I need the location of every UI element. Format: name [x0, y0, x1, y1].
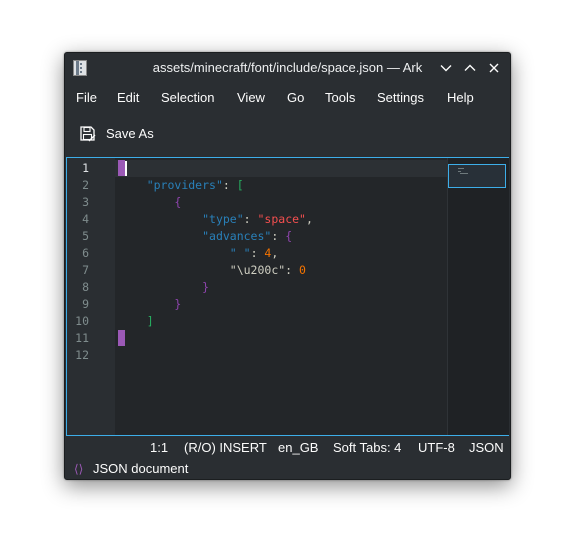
code-token: "space" — [257, 212, 306, 226]
modified-line-marker — [118, 160, 125, 176]
cursor-position[interactable]: 1:1 — [150, 436, 168, 460]
minimap-line — [458, 171, 461, 172]
menu-edit[interactable]: Edit — [117, 85, 139, 111]
code-token: " " — [229, 246, 251, 260]
code-token: } — [202, 280, 210, 294]
code-token: } — [174, 297, 182, 311]
menu-go[interactable]: Go — [287, 85, 304, 111]
line-number: 12 — [75, 348, 89, 362]
code-token: ] — [146, 314, 154, 328]
status-bar: 1:1 (R/O) INSERT en_GB Soft Tabs: 4 UTF-… — [65, 436, 510, 460]
line-number: 4 — [82, 212, 89, 226]
code-line[interactable]: } — [119, 279, 209, 296]
code-token: , — [305, 212, 313, 226]
code-line[interactable]: } — [119, 296, 181, 313]
code-token: [ — [236, 178, 244, 192]
line-number-gutter[interactable]: 1 2 3 4 5 6 7 8 9 10 11 12 — [67, 158, 115, 435]
minimap-line — [460, 173, 468, 174]
code-token: : — [222, 178, 237, 192]
menu-bar: File Edit Selection View Go Tools Settin… — [65, 85, 510, 111]
menu-settings[interactable]: Settings — [377, 85, 424, 111]
dictionary-language[interactable]: en_GB — [278, 436, 318, 460]
menu-help[interactable]: Help — [447, 85, 474, 111]
line-number: 7 — [82, 263, 89, 277]
document-type-bar: ⟨⟩ JSON document — [65, 459, 510, 479]
modified-line-marker — [118, 330, 125, 346]
ark-window: assets/minecraft/font/include/space.json… — [64, 52, 511, 480]
code-line[interactable]: " ": 4, — [119, 245, 279, 262]
line-number: 8 — [82, 280, 89, 294]
minimap-viewport[interactable] — [448, 164, 506, 188]
menu-tools[interactable]: Tools — [325, 85, 355, 111]
code-line[interactable]: { — [119, 194, 181, 211]
line-number: 5 — [82, 229, 89, 243]
maximize-chevron-up-icon[interactable] — [462, 60, 478, 76]
line-number: 10 — [75, 314, 89, 328]
document-type-label: JSON document — [93, 461, 189, 476]
main-toolbar: Save As — [65, 119, 510, 149]
code-line[interactable]: "advances": { — [119, 228, 292, 245]
menu-view[interactable]: View — [237, 85, 265, 111]
code-token: "\u200c" — [229, 263, 286, 277]
indentation-settings[interactable]: Soft Tabs: 4 — [333, 436, 401, 460]
line-number: 6 — [82, 246, 89, 260]
line-number: 1 — [82, 161, 89, 175]
file-encoding[interactable]: UTF-8 — [418, 436, 455, 460]
minimap-scrollbar[interactable] — [447, 158, 509, 435]
menu-selection[interactable]: Selection — [161, 85, 214, 111]
menu-file[interactable]: File — [76, 85, 97, 111]
code-token: : — [243, 212, 258, 226]
minimap-line — [458, 168, 464, 169]
code-token: "providers" — [146, 178, 223, 192]
code-token: { — [285, 229, 293, 243]
code-token: "type" — [202, 212, 244, 226]
line-number: 2 — [82, 178, 89, 192]
document-save-as-icon — [79, 125, 97, 143]
syntax-mode[interactable]: JSON — [469, 436, 504, 460]
text-cursor — [125, 161, 127, 176]
save-as-label: Save As — [106, 126, 154, 141]
code-line[interactable]: "providers": [ — [119, 177, 244, 194]
code-line[interactable]: ] — [119, 313, 154, 330]
code-token: : — [250, 246, 265, 260]
code-token: , — [271, 246, 279, 260]
code-line[interactable]: "type": "space", — [119, 211, 313, 228]
title-bar[interactable]: assets/minecraft/font/include/space.json… — [65, 53, 510, 83]
code-editor[interactable]: 1 2 3 4 5 6 7 8 9 10 11 12 "providers": [ { "type":… — [66, 157, 509, 436]
code-token: : — [285, 263, 300, 277]
current-line-highlight — [115, 160, 447, 177]
input-mode[interactable]: (R/O) INSERT — [184, 436, 267, 460]
code-token: { — [174, 195, 182, 209]
code-token: 0 — [299, 263, 306, 277]
code-token: : — [271, 229, 286, 243]
code-token: "advances" — [202, 229, 272, 243]
json-braces-icon: ⟨⟩ — [74, 462, 84, 476]
code-line[interactable]: "\u200c": 0 — [119, 262, 306, 279]
line-number: 11 — [75, 331, 89, 345]
close-icon[interactable] — [486, 60, 502, 76]
line-number: 3 — [82, 195, 89, 209]
line-number: 9 — [82, 297, 89, 311]
minimize-chevron-down-icon[interactable] — [438, 60, 454, 76]
